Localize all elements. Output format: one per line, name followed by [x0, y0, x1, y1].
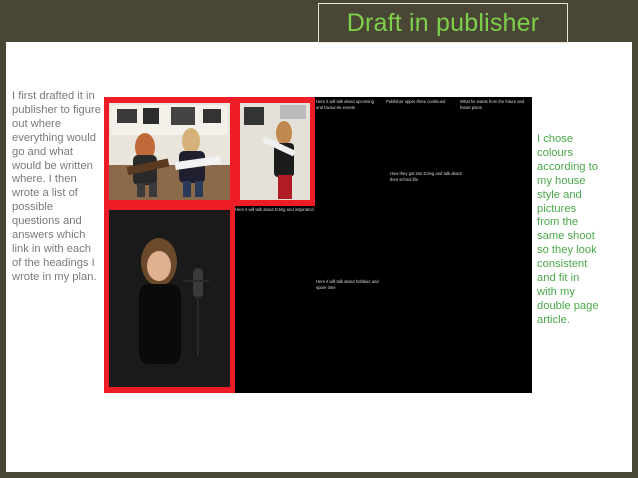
- note-upcoming-events: Here it will talk about upcoming and fav…: [316, 99, 374, 110]
- guitarists-image: [109, 103, 230, 200]
- note-djing-school: How they got into DJing and talk about t…: [390, 171, 462, 182]
- left-description: I first drafted it in publisher to figur…: [12, 90, 101, 283]
- photo-studio-portrait: [104, 206, 235, 393]
- slide: Draft in publisher I first drafted it in…: [0, 0, 638, 478]
- studio-portrait-image: [109, 210, 230, 387]
- publisher-draft-spread: Here it will talk about upcoming and fav…: [104, 97, 532, 393]
- title-box: Draft in publisher: [318, 3, 568, 43]
- note-djing-inspiration: Here it will talk about DJing and inspir…: [235, 207, 314, 212]
- photo-guitarists: [104, 97, 235, 206]
- note-publisher-continued: Publisher upper three continued: [386, 99, 446, 104]
- note-future-plans: What he wants from the future and future…: [460, 99, 525, 110]
- right-description: I chose colours according to my house st…: [537, 133, 599, 326]
- photo-guitar-girl: [235, 97, 315, 206]
- slide-title: Draft in publisher: [346, 8, 540, 37]
- note-hobbies: Here it will talk about hobbies and spar…: [316, 279, 379, 290]
- guitar-girl-image: [240, 103, 310, 200]
